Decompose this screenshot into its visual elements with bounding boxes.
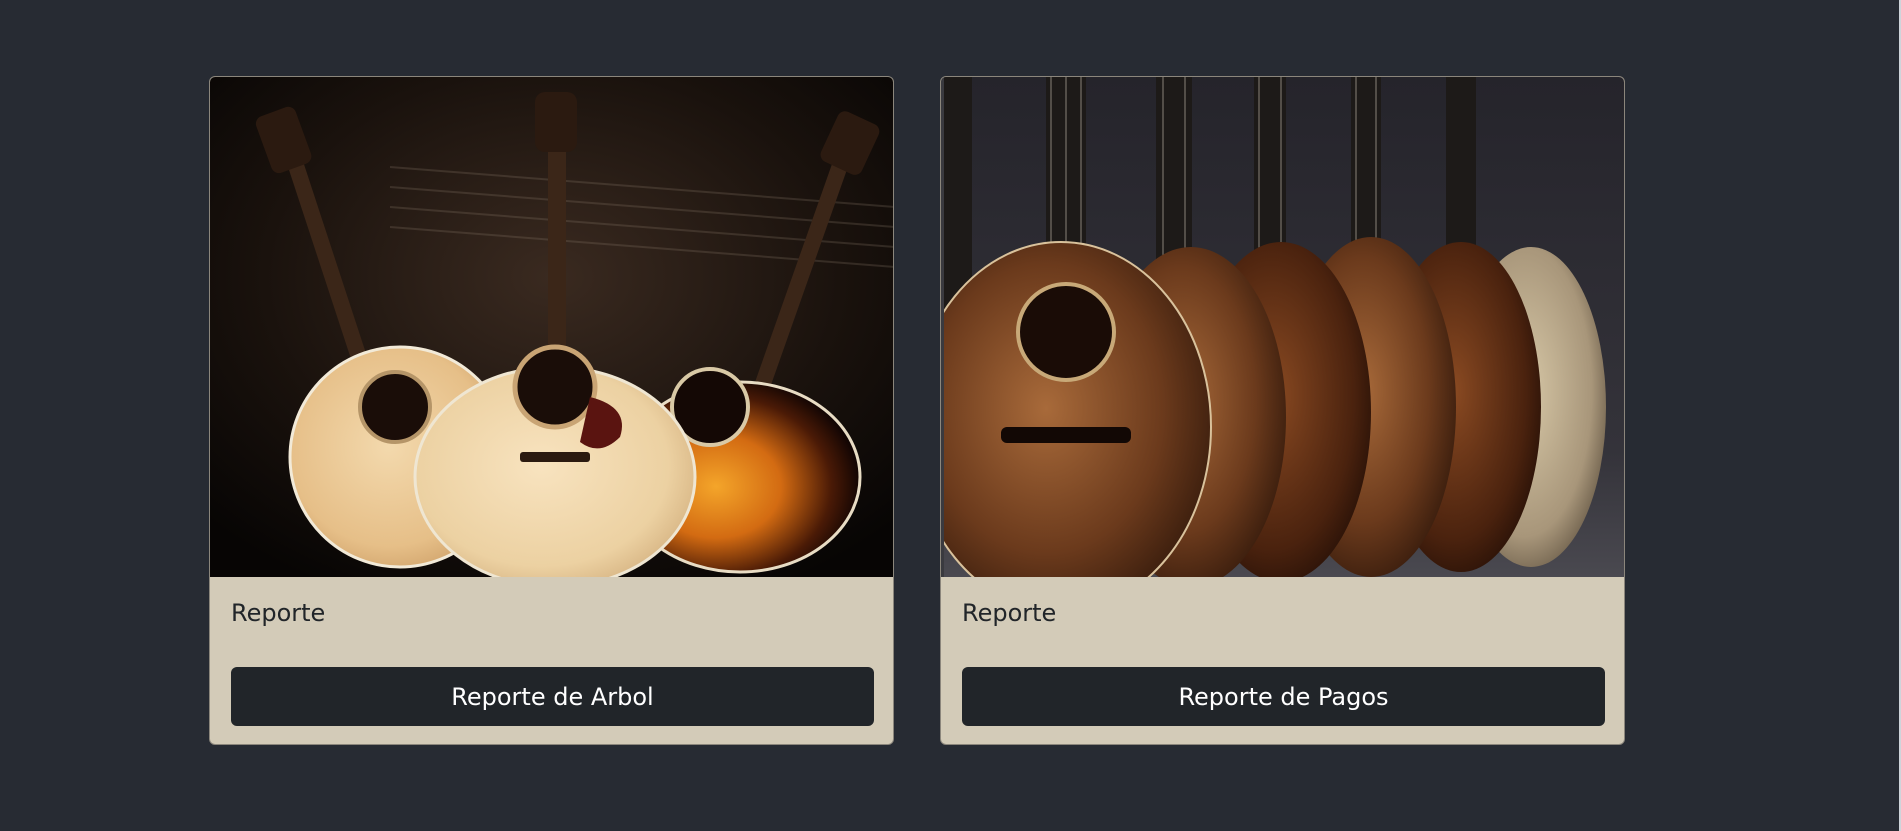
report-card-pagos: Reporte Reporte de Pagos — [940, 76, 1625, 745]
report-card-arbol: Reporte Reporte de Arbol — [209, 76, 894, 745]
reporte-arbol-button[interactable]: Reporte de Arbol — [231, 667, 874, 726]
page: Reporte Reporte de Arbol Reporte Reporte… — [0, 0, 1901, 831]
card-title: Reporte — [231, 599, 326, 627]
acoustic-guitars-trio-image — [210, 77, 893, 577]
reporte-pagos-button[interactable]: Reporte de Pagos — [962, 667, 1605, 726]
card-title: Reporte — [962, 599, 1057, 627]
acoustic-guitars-row-image — [941, 77, 1624, 577]
